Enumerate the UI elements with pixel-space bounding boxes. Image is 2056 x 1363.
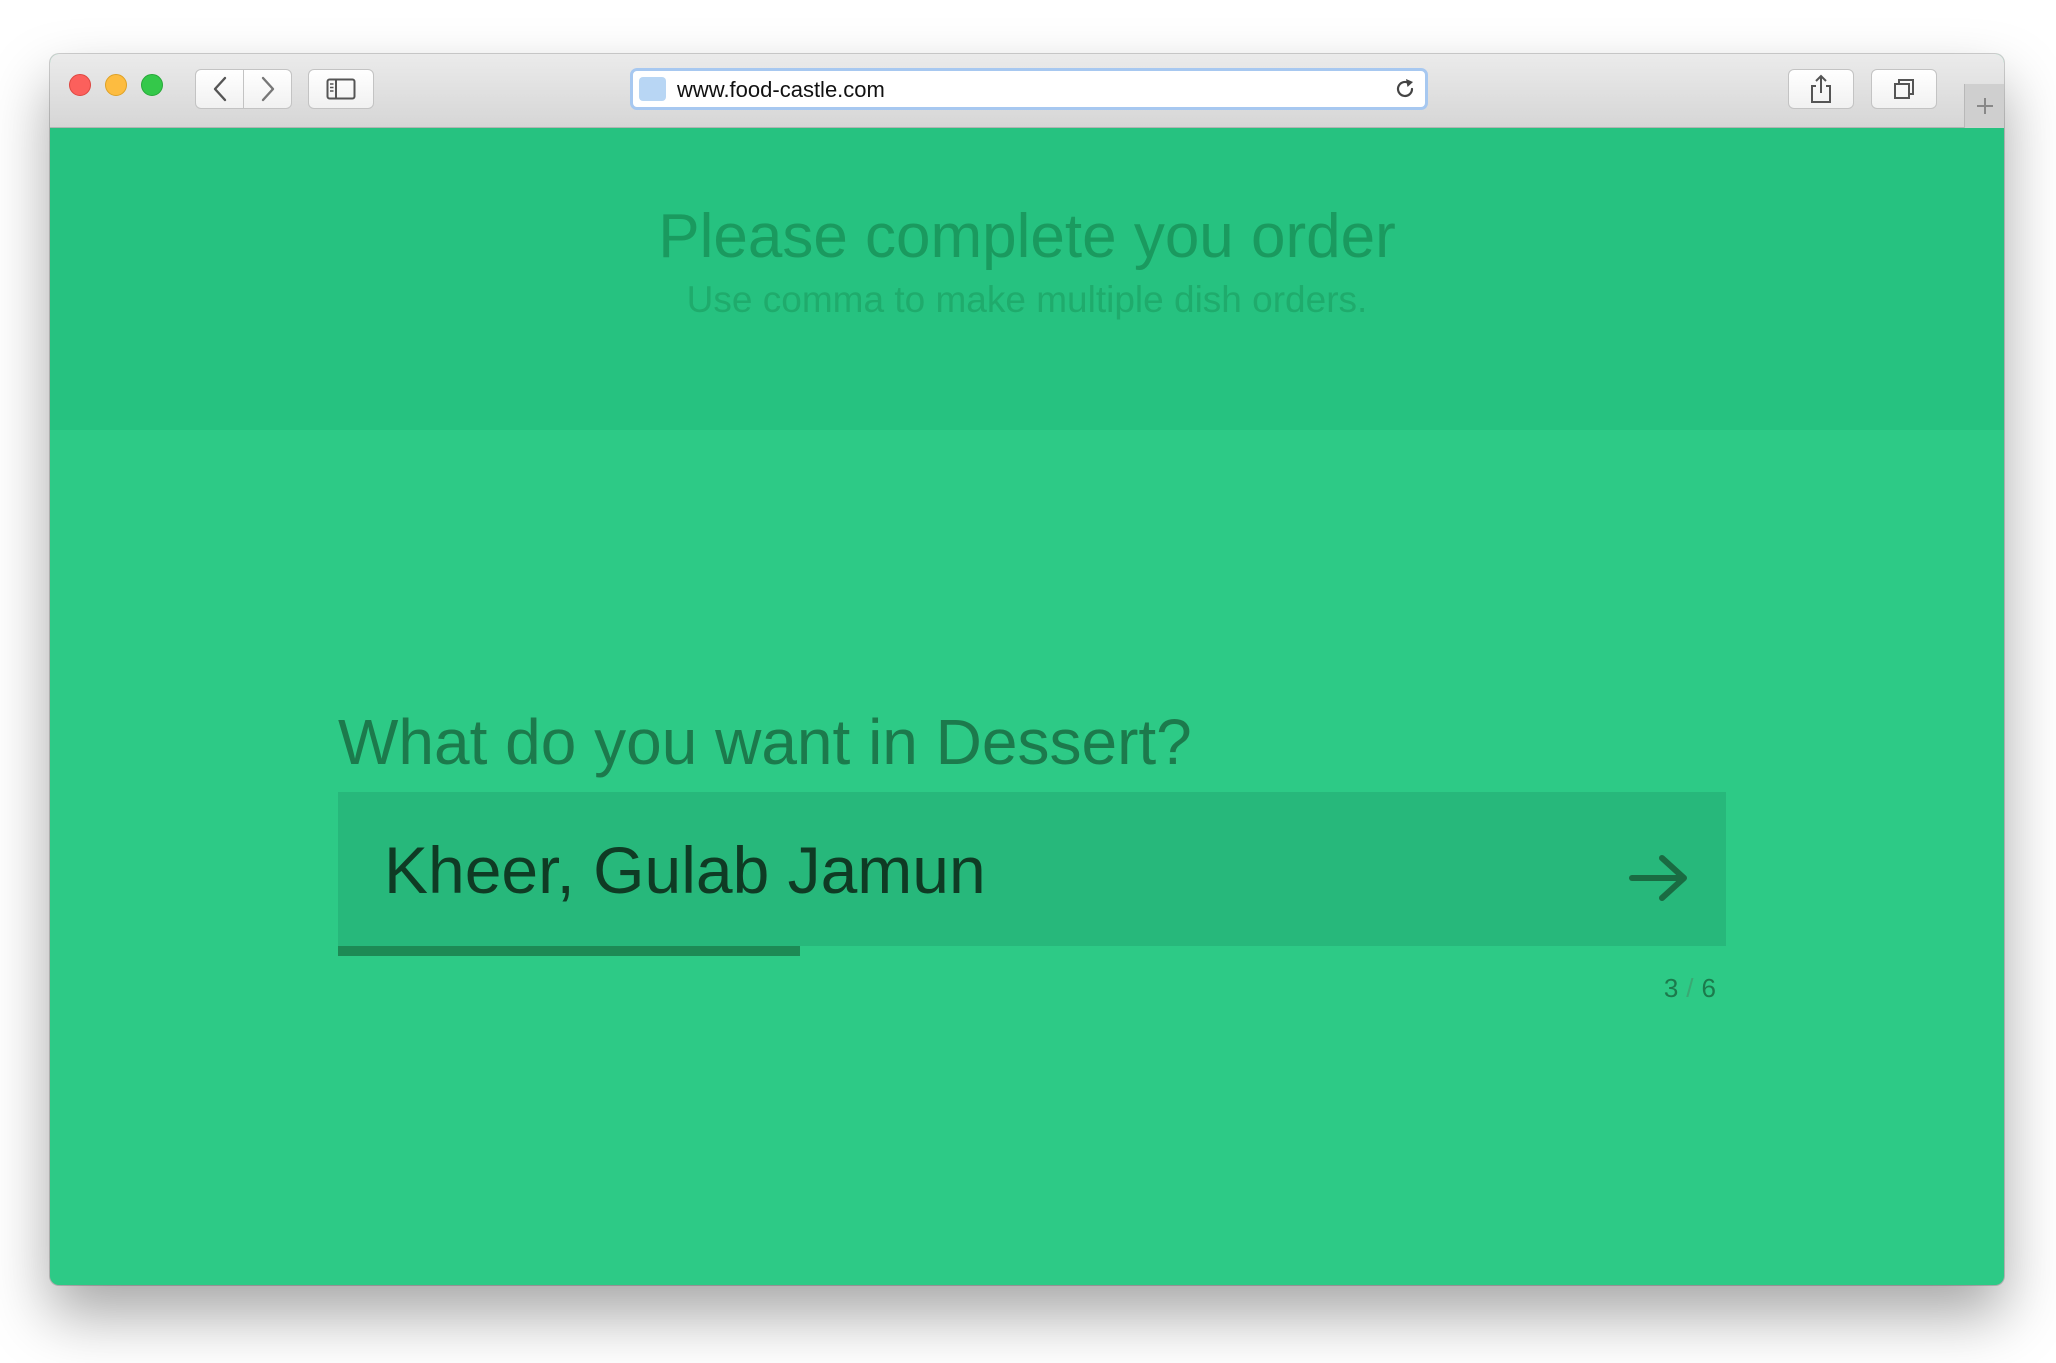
close-window-button[interactable] [69, 74, 91, 96]
tabs-overview-icon [1894, 79, 1914, 99]
chevron-left-icon [213, 76, 226, 102]
new-tab-button[interactable] [1964, 84, 2004, 128]
arrow-right-icon [1629, 855, 1687, 901]
step-counter: 3/6 [338, 972, 1716, 1004]
minimize-window-button[interactable] [105, 74, 127, 96]
address-bar[interactable]: www.food-castle.com [630, 68, 1428, 110]
question-label: What do you want in Dessert? [338, 706, 1192, 778]
back-button[interactable] [195, 69, 244, 109]
share-icon [1811, 74, 1831, 103]
step-separator: / [1686, 973, 1694, 1003]
progress-bar [338, 946, 1726, 956]
share-button[interactable] [1788, 69, 1854, 109]
step-current: 3 [1663, 973, 1679, 1003]
url-text[interactable]: www.food-castle.com [677, 77, 885, 103]
site-favicon [639, 77, 666, 101]
browser-window: www.food-castle.com Please complete you … [50, 54, 2004, 1285]
plus-icon [1976, 98, 1993, 114]
next-button[interactable] [1628, 852, 1690, 909]
forward-button[interactable] [243, 69, 292, 109]
page-subtitle: Use comma to make multiple dish orders. [686, 279, 1368, 320]
chevron-right-icon [261, 76, 274, 102]
page-title: Please complete you order [658, 202, 1396, 271]
answer-input[interactable] [384, 832, 1564, 908]
sidebar-toggle-button[interactable] [308, 69, 374, 109]
answer-field-container [338, 792, 1726, 956]
reload-icon[interactable] [1393, 77, 1417, 106]
browser-toolbar: www.food-castle.com [50, 54, 2004, 128]
zoom-window-button[interactable] [141, 74, 163, 96]
sidebar-icon [326, 78, 356, 100]
progress-bar-fill [338, 946, 801, 956]
step-total: 6 [1701, 973, 1716, 1003]
tabs-overview-button[interactable] [1871, 69, 1937, 109]
